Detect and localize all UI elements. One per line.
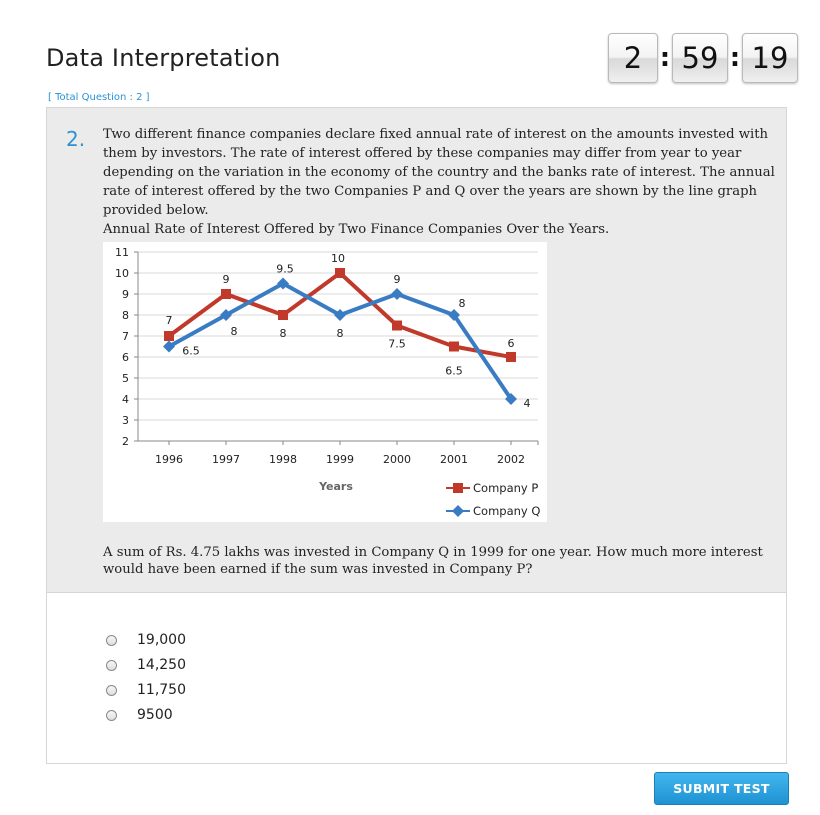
- data-point: [392, 320, 402, 331]
- y-tick-label: 3: [122, 414, 129, 427]
- option-2[interactable]: 14,250: [106, 655, 186, 675]
- data-label: 6: [508, 337, 515, 350]
- data-label: 6.5: [182, 345, 200, 358]
- data-point: [335, 268, 345, 278]
- option-label: 19,000: [137, 632, 186, 648]
- y-tick-label: 4: [122, 393, 129, 406]
- question-text: Two different finance companies declare …: [103, 127, 775, 218]
- y-tick-label: 10: [115, 267, 129, 280]
- legend-label: Company P: [473, 481, 538, 495]
- x-tick-label: 1997: [212, 453, 240, 466]
- y-tick-label: 5: [122, 372, 129, 385]
- x-axis-title: Years: [318, 480, 353, 493]
- y-tick-label: 11: [115, 246, 129, 259]
- y-tick-label: 7: [122, 330, 129, 343]
- page-title: Data Interpretation: [46, 44, 281, 72]
- chart-svg: 2 3 4 5 6 7 8 9 10 11 1996 1997 1998 1999 2000 2001 2002…: [115, 246, 540, 518]
- legend-marker: [452, 505, 464, 517]
- option-label: 11,750: [137, 682, 186, 698]
- data-point: [164, 331, 174, 341]
- x-tick-label: 2002: [497, 453, 525, 466]
- radio-button[interactable]: [106, 684, 117, 696]
- data-point: [278, 310, 288, 320]
- x-tick-label: 1998: [269, 453, 297, 466]
- option-1[interactable]: 19,000: [106, 630, 186, 650]
- option-3[interactable]: 11,750: [106, 680, 186, 700]
- legend-marker: [453, 483, 463, 493]
- countdown-timer: 2 : 59 : 19: [608, 33, 798, 83]
- data-label: 8: [280, 327, 287, 340]
- option-4[interactable]: 9500: [106, 705, 173, 725]
- timer-seconds: 19: [742, 33, 798, 83]
- y-tick-label: 6: [122, 351, 129, 364]
- x-tick-label: 2001: [440, 453, 468, 466]
- timer-minutes: 59: [672, 33, 728, 83]
- option-label: 14,250: [137, 657, 186, 673]
- option-label: 9500: [137, 707, 173, 723]
- options-panel: [46, 593, 787, 764]
- data-label: 9.5: [276, 263, 294, 276]
- data-label: 9: [394, 273, 401, 286]
- x-tick-label: 1996: [155, 453, 183, 466]
- data-label: 6.5: [445, 365, 463, 378]
- data-point: [221, 289, 231, 299]
- radio-button[interactable]: [106, 659, 117, 671]
- data-label: 10: [331, 252, 345, 265]
- data-point: [391, 288, 403, 300]
- x-tick-label: 2000: [383, 453, 411, 466]
- data-label: 4: [524, 397, 531, 410]
- submit-test-button[interactable]: SUBMIT TEST: [654, 772, 789, 805]
- data-label: 8: [337, 327, 344, 340]
- data-label: 8: [459, 297, 466, 310]
- y-tick-label: 2: [122, 435, 129, 448]
- data-label: 8: [231, 325, 238, 338]
- question-number: 2.: [66, 127, 86, 151]
- y-tick-label: 9: [122, 288, 129, 301]
- x-tick-label: 1999: [326, 453, 354, 466]
- y-tick-label: 8: [122, 309, 129, 322]
- radio-button[interactable]: [106, 709, 117, 721]
- line-chart: 2 3 4 5 6 7 8 9 10 11 1996 1997 1998 1999 2000 2001 2002…: [103, 242, 547, 522]
- data-point: [449, 341, 459, 352]
- data-point: [506, 352, 516, 362]
- total-question-count: [ Total Question : 2 ]: [48, 92, 150, 103]
- data-label: 7.5: [388, 338, 406, 351]
- chart-title: Annual Rate of Interest Offered by Two F…: [103, 222, 610, 237]
- legend-label: Company Q: [473, 504, 540, 518]
- radio-button[interactable]: [106, 634, 117, 646]
- timer-hours: 2: [608, 33, 658, 83]
- data-label: 9: [223, 273, 230, 286]
- timer-separator: :: [729, 43, 741, 73]
- timer-separator: :: [659, 43, 671, 73]
- data-label: 7: [166, 314, 173, 327]
- sub-question-text: A sum of Rs. 4.75 lakhs was invested in …: [103, 545, 763, 577]
